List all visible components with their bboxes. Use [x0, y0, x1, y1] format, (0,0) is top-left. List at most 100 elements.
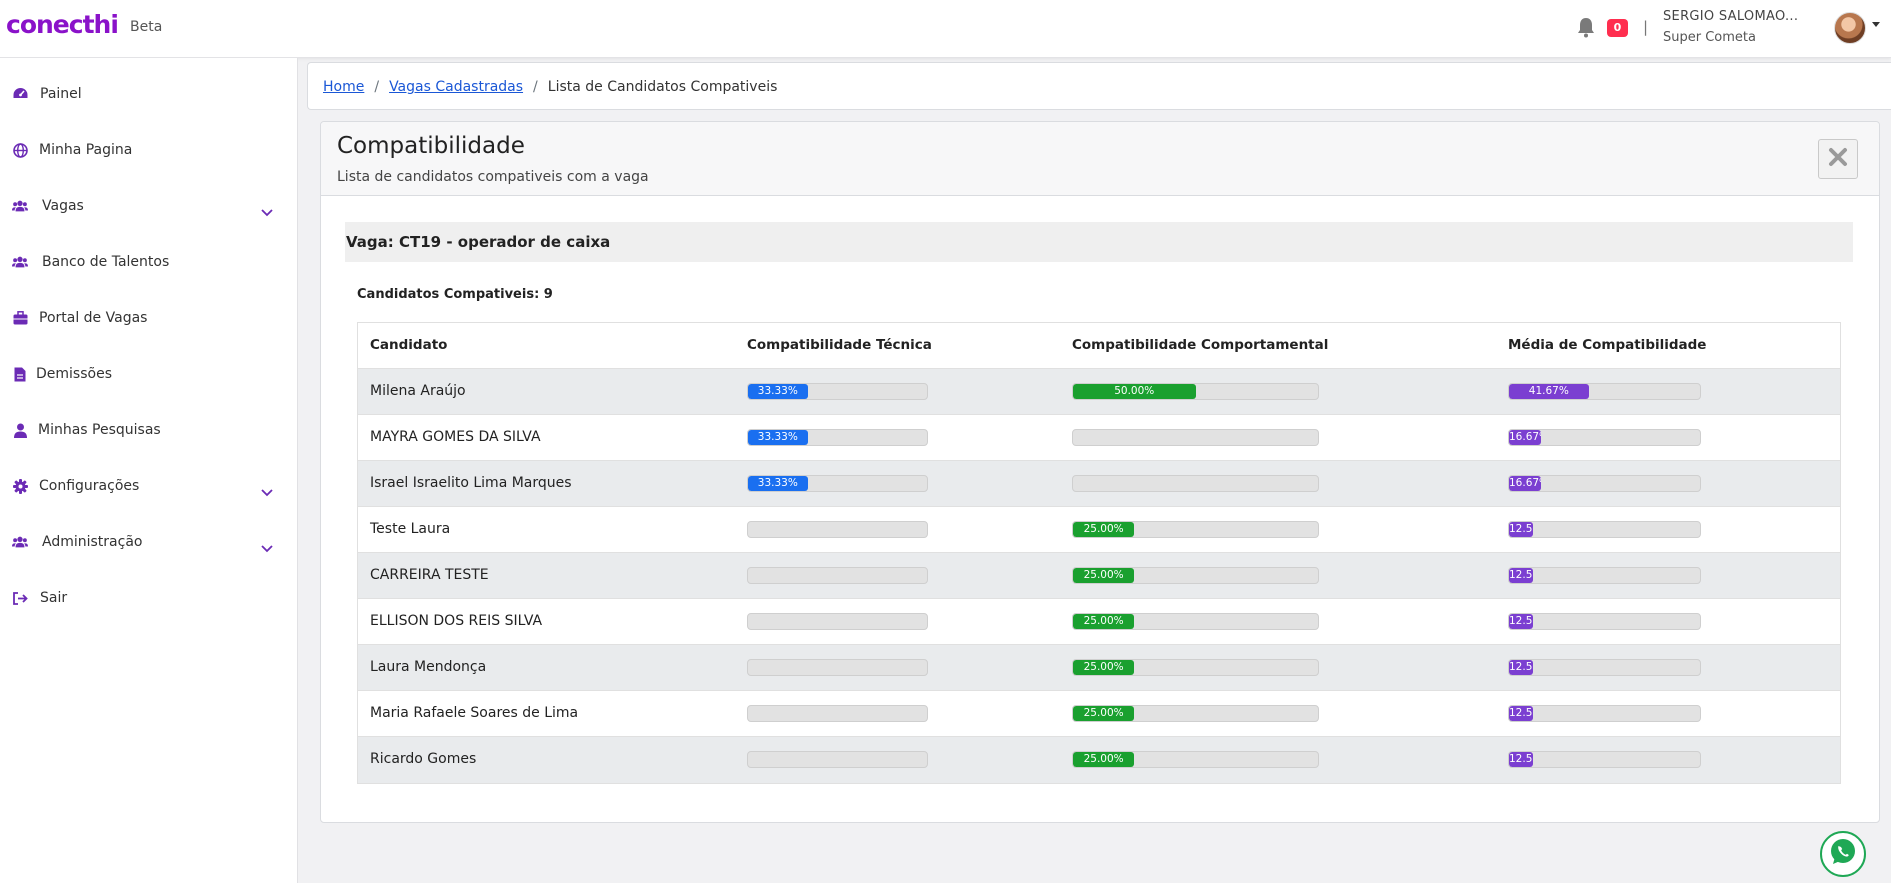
media-progress-fill: 12.50% — [1509, 522, 1533, 537]
comportamental-progress-bar: 25.00% — [1072, 567, 1319, 584]
media-progress-bar: 12.50% — [1508, 705, 1701, 722]
comportamental-progress-fill: 25.00% — [1073, 752, 1135, 767]
sidebar-item-label: Portal de Vagas — [39, 310, 148, 326]
comportamental-progress-fill: 25.00% — [1073, 522, 1135, 537]
tecnica-progress-fill: 33.33% — [748, 384, 808, 399]
page-title: Compatibilidade — [337, 133, 525, 159]
users-icon — [12, 198, 28, 214]
media-progress-fill: 12.50% — [1509, 706, 1533, 721]
column-header-media: Média de Compatibilidade — [1508, 337, 1707, 353]
table-row: Teste Laura 25.00% 12.50% — [358, 507, 1840, 553]
sidebar-item-banco-de-talentos[interactable]: Banco de Talentos — [0, 242, 298, 282]
bell-icon[interactable] — [1576, 16, 1598, 40]
comportamental-progress-bar: 25.00% — [1072, 751, 1319, 768]
users-icon — [12, 534, 28, 550]
comportamental-progress-bar — [1072, 429, 1319, 446]
chevron-down-icon[interactable] — [261, 482, 273, 497]
breadcrumb-home-link[interactable]: Home — [323, 79, 364, 95]
candidate-name: ELLISON DOS REIS SILVA — [370, 613, 543, 629]
comportamental-progress-bar: 50.00% — [1072, 383, 1319, 400]
sidebar-item-label: Minha Pagina — [39, 142, 133, 158]
sidebar-item-minhas-pesquisas[interactable]: Minhas Pesquisas — [0, 410, 298, 450]
sidebar-item-configuracoes[interactable]: Configurações — [0, 466, 298, 506]
media-progress-fill: 12.50% — [1509, 568, 1533, 583]
table-row: ELLISON DOS REIS SILVA 25.00% 12.50% — [358, 599, 1840, 645]
vaga-title: Vaga: CT19 - operador de caixa — [346, 233, 611, 251]
table-row: Ricardo Gomes 25.00% 12.50% — [358, 737, 1840, 783]
media-progress-bar: 12.50% — [1508, 521, 1701, 538]
whatsapp-button[interactable] — [1820, 831, 1866, 877]
candidate-name: CARREIRA TESTE — [370, 567, 489, 583]
candidate-name: MAYRA GOMES DA SILVA — [370, 429, 541, 445]
media-progress-bar: 12.50% — [1508, 659, 1701, 676]
tecnica-progress-bar — [747, 705, 928, 722]
globe-icon — [12, 142, 28, 158]
sign-out-icon — [12, 590, 28, 606]
tecnica-progress-fill: 33.33% — [748, 476, 808, 491]
breadcrumb: Home / Vagas Cadastradas / Lista de Cand… — [307, 62, 1891, 110]
candidate-name: Ricardo Gomes — [370, 751, 477, 767]
comportamental-progress-bar: 25.00% — [1072, 659, 1319, 676]
candidate-name: Israel Israelito Lima Marques — [370, 475, 572, 491]
tecnica-progress-fill: 33.33% — [748, 430, 808, 445]
file-icon — [12, 366, 28, 382]
table-row: Israel Israelito Lima Marques 33.33% 16.67… — [358, 461, 1840, 507]
comportamental-progress-bar: 25.00% — [1072, 613, 1319, 630]
media-progress-fill: 12.50% — [1509, 752, 1533, 767]
candidate-name: Laura Mendonça — [370, 659, 487, 675]
chevron-down-icon[interactable] — [1872, 22, 1880, 27]
chevron-down-icon[interactable] — [261, 202, 273, 217]
media-progress-fill: 41.67% — [1509, 384, 1589, 399]
header-separator: | — [1643, 18, 1649, 36]
media-progress-bar: 16.67% — [1508, 475, 1701, 492]
media-progress-fill: 16.67% — [1509, 476, 1541, 491]
media-progress-bar: 16.67% — [1508, 429, 1701, 446]
sidebar-item-vagas[interactable]: Vagas — [0, 186, 298, 226]
sidebar-item-sair[interactable]: Sair — [0, 578, 298, 618]
compatibility-card: Compatibilidade Lista de candidatos comp… — [320, 121, 1880, 823]
close-icon — [1828, 147, 1848, 171]
breadcrumb-separator: / — [374, 79, 380, 95]
sidebar-item-label: Demissões — [36, 366, 112, 382]
table-row: Milena Araújo 33.33% 50.00% 41.67% — [358, 369, 1840, 415]
media-progress-bar: 12.50% — [1508, 751, 1701, 768]
candidates-count: Candidatos Compativeis: 9 — [357, 287, 553, 302]
tecnica-progress-bar — [747, 751, 928, 768]
comportamental-progress-fill: 50.00% — [1073, 384, 1196, 399]
close-button[interactable] — [1818, 139, 1858, 179]
comportamental-progress-fill: 25.00% — [1073, 614, 1135, 629]
whatsapp-icon — [1828, 837, 1858, 871]
media-progress-fill: 12.50% — [1509, 614, 1533, 629]
logo[interactable]: conecthi — [6, 10, 122, 44]
notification-count-badge[interactable]: 0 — [1607, 19, 1628, 37]
sidebar-item-painel[interactable]: Painel — [0, 74, 298, 114]
breadcrumb-vagas-link[interactable]: Vagas Cadastradas — [389, 79, 523, 95]
candidates-table: Candidato Compatibilidade Técnica Compat… — [357, 322, 1841, 784]
chevron-down-icon[interactable] — [261, 538, 273, 553]
user-name[interactable]: SERGIO SALOMAO... — [1663, 9, 1798, 24]
tecnica-progress-bar: 33.33% — [747, 475, 928, 492]
comportamental-progress-bar: 25.00% — [1072, 705, 1319, 722]
tecnica-progress-bar — [747, 521, 928, 538]
sidebar-item-minha-pagina[interactable]: Minha Pagina — [0, 130, 298, 170]
beta-label: Beta — [130, 19, 163, 35]
user-company: Super Cometa — [1663, 30, 1756, 45]
candidate-name: Milena Araújo — [370, 383, 466, 399]
sidebar-item-label: Painel — [40, 86, 82, 102]
sidebar-item-portal-de-vagas[interactable]: Portal de Vagas — [0, 298, 298, 338]
column-header-candidato: Candidato — [370, 337, 448, 353]
avatar[interactable] — [1834, 12, 1866, 44]
table-row: CARREIRA TESTE 25.00% 12.50% — [358, 553, 1840, 599]
candidate-name: Maria Rafaele Soares de Lima — [370, 705, 579, 721]
sidebar-item-demissoes[interactable]: Demissões — [0, 354, 298, 394]
media-progress-fill: 16.67% — [1509, 430, 1541, 445]
media-progress-bar: 12.50% — [1508, 613, 1701, 630]
column-header-tecnica: Compatibilidade Técnica — [747, 337, 932, 353]
sidebar-item-label: Administração — [42, 534, 143, 550]
column-header-comportamental: Compatibilidade Comportamental — [1072, 337, 1329, 353]
sidebar-item-label: Minhas Pesquisas — [38, 422, 161, 438]
sidebar-item-label: Configurações — [39, 478, 140, 494]
sidebar-item-administracao[interactable]: Administração — [0, 522, 298, 562]
user-icon — [12, 422, 28, 438]
card-header: Compatibilidade Lista de candidatos comp… — [321, 122, 1879, 196]
